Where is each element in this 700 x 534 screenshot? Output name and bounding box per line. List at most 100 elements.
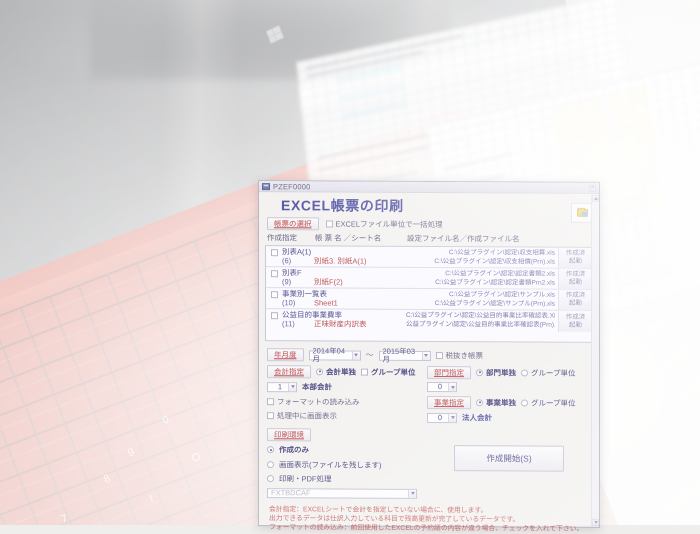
batch-process-checkbox[interactable]: EXCELファイル単位で一括処理	[325, 218, 443, 230]
mode-show-screen-label: 画面表示(ファイルを残します)	[279, 459, 382, 470]
row-action-button[interactable]: 作成済 起動	[558, 289, 592, 310]
checkbox-box	[270, 312, 278, 320]
print-env-button-row: 印刷環境	[267, 427, 427, 442]
options-panel: 年月度 2014年04月 ～ 2015年03月 税抜き帳票 会計指定 会計単独 …	[259, 341, 599, 503]
table-row[interactable]: 別表F (9) 別紙F(2) C:\公益プラグイン\認定\認定書類2.xls C:\公益…	[266, 267, 592, 290]
period-from-value: 2014年04月	[312, 345, 346, 363]
column-header-filenames: 設定ファイル名／作成ファイル名	[407, 233, 520, 244]
row-action-line2: 起動	[569, 299, 582, 307]
mode-print-pdf-row[interactable]: 印刷・PDF処理	[267, 473, 427, 485]
business-group-radio[interactable]: グループ単位	[521, 397, 576, 408]
radio-dot	[267, 475, 274, 483]
row-number: (10)	[282, 298, 296, 308]
checkbox-box	[270, 270, 278, 278]
row-names: 別表A(1) (6) 別紙3. 別紙A(1)	[282, 246, 406, 267]
dept-code-select[interactable]: 0	[427, 381, 457, 393]
mode-show-screen-row[interactable]: 画面表示(ファイルを残します)	[267, 459, 427, 471]
dialog-scrollbar[interactable]	[591, 194, 599, 526]
dept-button[interactable]: 部門指定	[427, 365, 471, 379]
dept-group-radio[interactable]: グループ単位	[521, 367, 576, 378]
account-code-value: 1	[277, 381, 282, 391]
business-single-radio[interactable]: 事業単独	[476, 397, 516, 408]
checkbox-box	[267, 397, 274, 405]
printer-select-row: FXTBDCAF	[267, 487, 427, 499]
row-paths: C:\公益プラグイン\認定\サンプル.xls C:\公益プラグイン\認定\サンプル…	[406, 289, 558, 310]
period-from-select[interactable]: 2014年04月	[308, 345, 361, 363]
close-icon[interactable]: ×	[589, 184, 596, 192]
radio-dot	[476, 398, 483, 406]
row-checkbox[interactable]	[266, 288, 282, 308]
business-code-value: 0	[437, 412, 442, 422]
period-row: 年月度 2014年04月 ～ 2015年03月 税抜き帳票	[267, 345, 591, 364]
row-action-button[interactable]: 作成済 起動	[558, 268, 592, 289]
row-action-line2: 起動	[569, 278, 582, 286]
scroll-up-button[interactable]	[592, 194, 599, 202]
row-checkbox[interactable]	[266, 309, 282, 330]
start-button[interactable]: 作成開始(S)	[454, 445, 564, 472]
dept-code-value: 0	[437, 382, 442, 392]
table-row[interactable]: 公益目的事業費率 (11) 正味財産内訳表 C:\公益プラグイン\認定\公益目的事業比…	[266, 309, 592, 332]
period-to-value: 2015年03月	[382, 346, 416, 364]
checkbox-box	[270, 249, 278, 257]
folder-button[interactable]	[571, 202, 593, 223]
chevron-down-icon	[422, 351, 430, 360]
batch-process-label: EXCELファイル単位で一括処理	[335, 219, 443, 230]
printer-select[interactable]: FXTBDCAF	[267, 487, 417, 499]
mode-create-only-row[interactable]: 作成のみ	[267, 444, 427, 456]
show-processing-row: 処理中に画面表示	[267, 410, 427, 422]
report-list[interactable]: 別表A(1) (6) 別紙3. 別紙A(1) C:\公益プラグイン\認定\収支相算.x…	[265, 245, 593, 343]
chevron-down-icon	[288, 382, 296, 391]
business-code-select[interactable]: 0	[427, 412, 457, 423]
account-button[interactable]: 会計指定	[267, 364, 311, 378]
print-env-column: 印刷環境 作成のみ 画面表示(ファイルを残します) 印刷・PDF処理 FXTBD…	[267, 427, 427, 502]
dept-single-radio[interactable]: 部門単独	[476, 367, 516, 378]
checkbox-box	[325, 220, 333, 228]
account-single-label: 会計単独	[326, 366, 356, 377]
chevron-down-icon	[352, 351, 360, 360]
row-action-button[interactable]: 作成済 起動	[558, 310, 592, 332]
row-checkbox[interactable]	[266, 267, 282, 287]
row-sheet-name: 別紙F(2)	[314, 277, 343, 287]
checkbox-box	[361, 368, 368, 376]
table-row[interactable]: 事業別一覧表 (10) Sheet1 C:\公益プラグイン\認定\サンプル.xls C:…	[266, 288, 592, 311]
mode-print-pdf-label: 印刷・PDF処理	[279, 474, 332, 484]
dialog-toolbar: 帳票の選択 EXCELファイル単位で一括処理	[259, 217, 599, 232]
account-single-radio[interactable]: 会計単独	[316, 366, 356, 377]
radio-dot	[267, 446, 274, 454]
column-header-report-name: 帳 票 名 ／シート名	[315, 233, 382, 243]
row-number: (9)	[282, 277, 292, 287]
tax-excluded-checkbox[interactable]: 税抜き帳票	[435, 350, 483, 361]
period-button[interactable]: 年月度	[267, 348, 304, 362]
row-action-line1: 作成済	[565, 270, 586, 278]
row-action-button[interactable]: 作成済 起動	[558, 247, 592, 268]
account-name: 本部会計	[302, 382, 332, 392]
dept-row: 部門指定 部門単独 グループ単位	[427, 365, 591, 379]
show-processing-label: 処理中に画面表示	[277, 411, 337, 421]
business-row: 事業指定 事業単独 グループ単位	[427, 395, 591, 409]
select-report-button[interactable]: 帳票の選択	[267, 217, 319, 231]
row-action-line1: 作成済	[565, 291, 586, 299]
show-processing-checkbox[interactable]: 処理中に画面表示	[267, 410, 337, 421]
folder-icon	[576, 208, 588, 217]
dept-business-column: 部門指定 部門単独 グループ単位 0 事業指定 事業単独 グループ単位 0 法人…	[427, 365, 591, 427]
account-group-label: グループ単位	[371, 367, 416, 377]
business-button[interactable]: 事業指定	[427, 395, 471, 409]
row-sheet-name: 別紙3. 別紙A(1)	[314, 256, 367, 266]
print-env-row: 印刷環境 作成のみ 画面表示(ファイルを残します) 印刷・PDF処理 FXTBD…	[267, 427, 591, 503]
window-id-label: PZEF0000	[273, 181, 311, 191]
table-row[interactable]: 別表A(1) (6) 別紙3. 別紙A(1) C:\公益プラグイン\認定\収支相算.x…	[266, 246, 592, 269]
format-read-checkbox[interactable]: フォーマットの読み込み	[267, 396, 360, 407]
row-action-line1: 作成済	[565, 313, 586, 321]
row-checkbox[interactable]	[266, 246, 282, 266]
dialog-titlebar[interactable]: PZEF0000 ×	[259, 181, 599, 194]
print-env-button[interactable]: 印刷環境	[267, 427, 311, 441]
footer-notes: 会計指定：EXCELシートで会計を指定していない場合に、使用します。 出力できるデ…	[259, 501, 599, 534]
account-group-radio[interactable]: グループ単位	[361, 366, 416, 377]
row-number: (11)	[282, 319, 295, 329]
period-to-select[interactable]: 2015年03月	[378, 346, 431, 364]
row-output-path: C:\公益プラグイン\認定\収支相償(Prn).xls	[434, 258, 555, 266]
row-number: (6)	[282, 256, 292, 266]
account-code-select[interactable]: 1	[267, 381, 297, 392]
chevron-down-icon	[408, 489, 416, 498]
row-action-line2: 起動	[569, 321, 582, 329]
